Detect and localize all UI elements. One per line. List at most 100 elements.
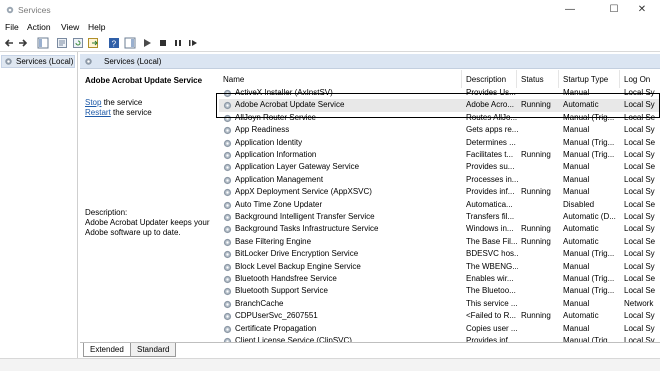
service-row[interactable]: Bluetooth Support Service The Bluetoo... M… (219, 285, 660, 297)
cell-log-on-as: Local Se (624, 274, 656, 283)
pause-service-icon[interactable] (172, 37, 184, 49)
menu-action[interactable]: Action (27, 22, 51, 32)
service-row[interactable]: Block Level Backup Engine Service The WBE… (219, 261, 660, 273)
forward-arrow-icon[interactable] (17, 37, 29, 49)
cell-description: Adobe Acro... (466, 100, 515, 110)
service-row[interactable]: ActiveX Installer (AxInstSV) Provides Us.… (219, 87, 660, 99)
window-title: Services (18, 5, 51, 15)
help-icon[interactable]: ? (108, 37, 120, 49)
column-header-log-on-as[interactable]: Log On (620, 70, 660, 88)
back-arrow-icon[interactable] (3, 37, 15, 49)
cell-log-on-as: Local Sy (624, 125, 655, 135)
service-row[interactable]: Application Information Facilitates t... R… (219, 149, 660, 161)
refresh-icon[interactable] (72, 37, 84, 49)
stop-suffix: the service (101, 98, 143, 107)
services-list: ^ Name Description Status Startup Type L… (219, 70, 660, 342)
service-row[interactable]: Bluetooth Handsfree Service Enables wir..… (219, 273, 660, 285)
menu-file[interactable]: File (5, 22, 19, 32)
title-bar: Services — ☐ ✕ (0, 0, 660, 20)
stop-service-icon[interactable] (157, 37, 169, 49)
service-row[interactable]: AppX Deployment Service (AppXSVC) Provide… (219, 186, 660, 198)
cell-description: <Failed to R... (466, 311, 517, 321)
service-row[interactable]: Client License Service (ClipSVC) Provides… (219, 335, 660, 342)
service-row[interactable]: Base Filtering Engine The Base Fil... Runn… (219, 236, 660, 248)
menu-help[interactable]: Help (88, 22, 105, 32)
restart-suffix: the service (110, 108, 152, 117)
cell-status: Running (521, 236, 551, 246)
cell-log-on-as: Local Sy (624, 100, 655, 110)
cell-startup-type: Manual (563, 261, 590, 271)
cell-log-on-as: Local Sy (624, 212, 655, 221)
description-label: Description: (85, 208, 128, 217)
column-header-startup-type[interactable]: Startup Type (559, 70, 620, 88)
tab-extended[interactable]: Extended (83, 343, 131, 357)
cell-name: App Readiness (235, 125, 290, 135)
service-row[interactable]: App Readiness Gets apps re... Manual Local … (219, 124, 660, 136)
show-action-pane-icon[interactable] (124, 37, 136, 49)
cell-status: Running (521, 224, 551, 234)
column-header-description[interactable]: Description (462, 70, 517, 88)
restart-service-icon[interactable] (187, 37, 199, 49)
cell-name: AppX Deployment Service (AppXSVC) (235, 187, 372, 197)
tree-item-label: Services (Local) (16, 57, 74, 66)
cell-name: Background Intelligent Transfer Service (235, 212, 375, 221)
cell-name: Application Identity (235, 137, 303, 147)
services-gear-icon (5, 58, 12, 65)
start-service-icon[interactable] (141, 37, 153, 49)
cell-description: Automatica... (466, 199, 513, 209)
column-header-status[interactable]: Status (517, 70, 559, 88)
close-button[interactable]: ✕ (624, 2, 660, 18)
cell-name: Certificate Propagation (235, 323, 317, 333)
tree-item-services-local[interactable]: Services (Local) (1, 55, 75, 68)
cell-log-on-as: Local Sy (624, 311, 655, 321)
service-gear-icon (223, 325, 232, 333)
status-bar (0, 358, 660, 371)
cell-startup-type: Manual (Trig... (563, 249, 615, 259)
service-row[interactable]: Application Management Processes in... Man… (219, 174, 660, 186)
cell-description: Gets apps re... (466, 125, 518, 135)
service-row[interactable]: Auto Time Zone Updater Automatica... Disab… (219, 199, 660, 211)
service-gear-icon (223, 201, 232, 209)
cell-startup-type: Disabled (563, 199, 595, 209)
export-list-icon[interactable] (87, 37, 99, 49)
cell-description: The Base Fil... (466, 236, 518, 246)
cell-name: Background Tasks Infrastructure Service (235, 224, 379, 234)
service-gear-icon (223, 151, 232, 160)
service-row[interactable]: Background Intelligent Transfer Service T… (219, 211, 660, 223)
service-row[interactable]: Certificate Propagation Copies user ... Ma… (219, 323, 660, 335)
cell-status: Running (521, 100, 551, 110)
service-row[interactable]: Application Layer Gateway Service Provide… (219, 161, 660, 173)
cell-name: Base Filtering Engine (235, 236, 312, 246)
service-row[interactable]: Adobe Acrobat Update Service Adobe Acro..… (219, 99, 660, 112)
service-gear-icon (223, 213, 232, 222)
cell-startup-type: Manual (563, 125, 590, 135)
service-row[interactable]: CDPUserSvc_2607551 <Failed to R... Running… (219, 310, 660, 322)
service-row[interactable]: AllJoyn Router Service Routes AllJo... Man… (219, 112, 660, 124)
stop-service-link[interactable]: Stop (85, 98, 101, 107)
service-row[interactable]: BitLocker Drive Encryption Service BDESVC… (219, 248, 660, 260)
cell-startup-type: Manual (563, 174, 590, 184)
restart-service-link[interactable]: Restart (85, 108, 111, 117)
show-hide-console-tree-icon[interactable] (37, 37, 49, 49)
cell-startup-type: Manual (Trig... (563, 137, 615, 147)
cell-description: BDESVC hos... (466, 249, 518, 259)
cell-log-on-as: Local Sy (624, 261, 655, 271)
cell-startup-type: Automatic (563, 100, 599, 110)
service-row[interactable]: Background Tasks Infrastructure Service W… (219, 223, 660, 235)
service-gear-icon (223, 275, 232, 284)
service-row[interactable]: BranchCache This service ... Manual Network (219, 298, 660, 310)
menu-view[interactable]: View (61, 22, 79, 32)
cell-description: Enables wir... (466, 274, 514, 283)
properties-icon[interactable] (56, 37, 68, 49)
cell-name: Bluetooth Handsfree Service (235, 274, 337, 283)
cell-description: Provides inf... (466, 187, 515, 197)
cell-description: Processes in... (466, 174, 518, 184)
tab-standard[interactable]: Standard (130, 343, 177, 357)
service-row[interactable]: Application Identity Determines ... Manual… (219, 137, 660, 149)
cell-log-on-as: Local Sy (624, 224, 655, 234)
cell-log-on-as: Local Se (624, 137, 656, 147)
column-header-name[interactable]: Name (219, 70, 462, 88)
minimize-button[interactable]: — (552, 2, 588, 18)
cell-status: Running (521, 187, 551, 197)
cell-startup-type: Manual (563, 323, 590, 333)
